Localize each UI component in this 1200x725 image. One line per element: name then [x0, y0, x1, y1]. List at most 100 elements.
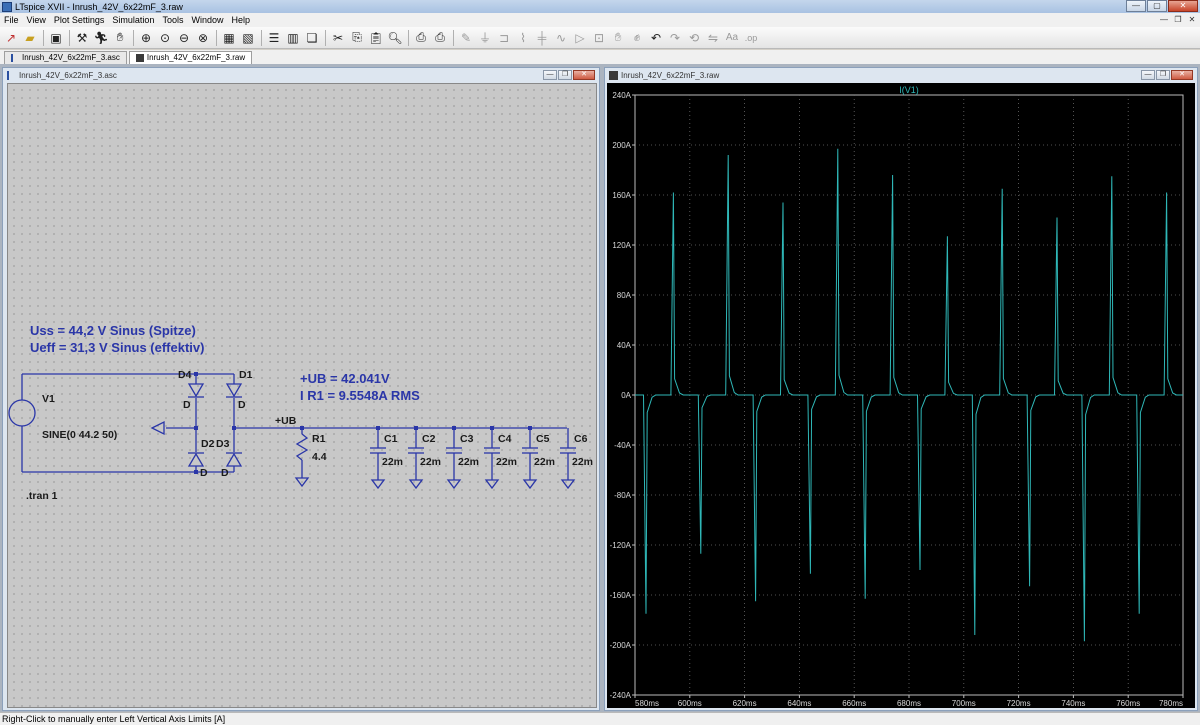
diode-d4-symbol[interactable]: [187, 383, 205, 398]
rotate-icon[interactable]: ⟲: [685, 29, 703, 47]
open-folder-icon[interactable]: ▰: [21, 29, 39, 47]
capacitor-icon[interactable]: ╪: [533, 29, 551, 47]
resistor-icon[interactable]: ⌇: [514, 29, 532, 47]
ground-symbol[interactable]: [294, 477, 310, 488]
menu-plot-settings[interactable]: Plot Settings: [50, 15, 109, 25]
spice-directive-icon[interactable]: .op: [742, 29, 760, 47]
close-button[interactable]: ✕: [1168, 0, 1198, 12]
document-tabs: Inrush_42V_6x22mF_3.asc Inrush_42V_6x22m…: [0, 50, 1200, 64]
draw-wire-icon[interactable]: ✎: [457, 29, 475, 47]
inductor-icon[interactable]: ∿: [552, 29, 570, 47]
ground-symbol[interactable]: [560, 479, 576, 490]
menu-help[interactable]: Help: [227, 15, 254, 25]
maximize-button[interactable]: ▢: [1147, 0, 1167, 12]
copy-icon[interactable]: ⎘: [348, 29, 366, 47]
zoom-fit-icon[interactable]: ⊗: [194, 29, 212, 47]
schematic-restore-button[interactable]: ❐: [558, 70, 572, 80]
control-panel-icon[interactable]: ⚒: [73, 29, 91, 47]
tran-directive[interactable]: .tran 1: [26, 490, 58, 502]
y-tick-label: -120A: [610, 541, 632, 550]
diode-d1-label: D1: [239, 369, 253, 381]
annotation-ub[interactable]: +UB = 42.041V: [300, 371, 390, 386]
y-tick-label: -160A: [610, 591, 632, 600]
undo-icon[interactable]: ↶: [647, 29, 665, 47]
waveform-restore-button[interactable]: ❐: [1156, 70, 1170, 80]
move-icon[interactable]: ✋︎: [609, 29, 627, 47]
waveform-minimize-button[interactable]: —: [1141, 70, 1155, 80]
tab-waveform[interactable]: Inrush_42V_6x22mF_3.raw: [128, 51, 253, 64]
window-controls: — ▢ ✕: [1125, 0, 1198, 12]
redo-icon[interactable]: ↷: [666, 29, 684, 47]
diode-d2-model: D: [200, 467, 208, 479]
label-net-icon[interactable]: ⊐: [495, 29, 513, 47]
capacitor-4-value: 22m: [496, 456, 517, 468]
diode-d3-symbol[interactable]: [225, 452, 243, 467]
mirror-icon[interactable]: ⇋: [704, 29, 722, 47]
menu-file[interactable]: File: [0, 15, 23, 25]
ground-symbol[interactable]: [484, 479, 500, 490]
halt-icon[interactable]: ✋︎: [111, 29, 129, 47]
annotation-uss[interactable]: Uss = 44,2 V Sinus (Spitze): [30, 323, 196, 338]
tab-schematic[interactable]: Inrush_42V_6x22mF_3.asc: [4, 51, 127, 64]
mdi-restore-button[interactable]: ❐: [1172, 14, 1184, 25]
mdi-close-button[interactable]: ✕: [1186, 14, 1198, 25]
diode-d2-symbol[interactable]: [187, 452, 205, 467]
ground-icon[interactable]: ⏚: [476, 29, 494, 47]
print-icon[interactable]: ⎙: [431, 29, 449, 47]
junction-dot: [376, 426, 380, 430]
menu-simulation[interactable]: Simulation: [108, 15, 158, 25]
schematic-minimize-button[interactable]: —: [543, 70, 557, 80]
diode-icon[interactable]: ▷: [571, 29, 589, 47]
resistor-r1-symbol[interactable]: [295, 433, 309, 461]
component-icon[interactable]: ⊡: [590, 29, 608, 47]
new-schematic-icon[interactable]: ↗: [2, 29, 20, 47]
menu-tools[interactable]: Tools: [158, 15, 187, 25]
print-preview-icon[interactable]: ⎙: [412, 29, 430, 47]
zoom-in-icon[interactable]: ⊕: [137, 29, 155, 47]
ground-symbol[interactable]: [150, 420, 165, 436]
voltage-source-symbol[interactable]: [8, 399, 36, 427]
schematic-canvas[interactable]: V1 SINE(0 44.2 50) D4 D D1 D D2 D D3 D +…: [7, 83, 597, 708]
trace-title[interactable]: I(V1): [899, 85, 919, 95]
cascade-icon[interactable]: ❏: [303, 29, 321, 47]
text-icon[interactable]: Aa: [723, 29, 741, 47]
toolbar-separator: [216, 29, 217, 46]
drag-icon[interactable]: ✊︎: [628, 29, 646, 47]
find-icon[interactable]: 🔍︎: [386, 29, 404, 47]
waveform-window: Inrush_42V_6x22mF_3.raw — ❐ ✕ 240A 200A 16…: [604, 67, 1198, 711]
annotation-ir1[interactable]: I R1 = 9.5548A RMS: [300, 388, 420, 403]
schematic-window-titlebar: Inrush_42V_6x22mF_3.asc — ❐ ✕: [3, 68, 599, 82]
schematic-window: Inrush_42V_6x22mF_3.asc — ❐ ✕ V1 SINE(0 …: [2, 67, 600, 711]
schematic-close-button[interactable]: ✕: [573, 70, 595, 80]
annotation-ueff[interactable]: Ueff = 31,3 V Sinus (effektiv): [30, 340, 204, 355]
menu-window[interactable]: Window: [187, 15, 227, 25]
capacitor-2-label: C2: [422, 433, 436, 445]
tab-schematic-label: Inrush_42V_6x22mF_3.asc: [22, 53, 120, 62]
menu-view[interactable]: View: [23, 15, 50, 25]
minimize-button[interactable]: —: [1126, 0, 1146, 12]
y-axis-ticks[interactable]: 240A 200A 160A 120A 80A 40A 0A -40A -80A -120A -16…: [610, 91, 635, 700]
ground-symbol[interactable]: [370, 479, 386, 490]
save-icon[interactable]: ▣: [47, 29, 65, 47]
zoom-extents-icon[interactable]: ▧: [239, 29, 257, 47]
capacitor-2-value: 22m: [420, 456, 441, 468]
mdi-minimize-button[interactable]: —: [1158, 14, 1170, 25]
ground-symbol[interactable]: [522, 479, 538, 490]
ground-symbol[interactable]: [446, 479, 462, 490]
paste-icon[interactable]: 📋︎: [367, 29, 385, 47]
run-icon[interactable]: 🏃︎: [92, 29, 110, 47]
cut-icon[interactable]: ✂: [329, 29, 347, 47]
waveform-close-button[interactable]: ✕: [1171, 70, 1193, 80]
waveform-plot-area[interactable]: 240A 200A 160A 120A 80A 40A 0A -40A -80A -120A -16…: [607, 83, 1195, 708]
tile-horizontal-icon[interactable]: ☰: [265, 29, 283, 47]
autorange-icon[interactable]: ▦: [220, 29, 238, 47]
y-tick-label: -200A: [610, 641, 632, 650]
x-axis-ticks[interactable]: 580ms 600ms 620ms 640ms 660ms 680ms 700ms 720ms…: [634, 695, 1184, 708]
zoom-out-icon[interactable]: ⊖: [175, 29, 193, 47]
pan-icon[interactable]: ⊙: [156, 29, 174, 47]
junction-dot: [528, 426, 532, 430]
tile-vertical-icon[interactable]: ▥: [284, 29, 302, 47]
ground-symbol[interactable]: [408, 479, 424, 490]
diode-d1-symbol[interactable]: [225, 383, 243, 398]
x-tick-label: 660ms: [842, 699, 866, 708]
